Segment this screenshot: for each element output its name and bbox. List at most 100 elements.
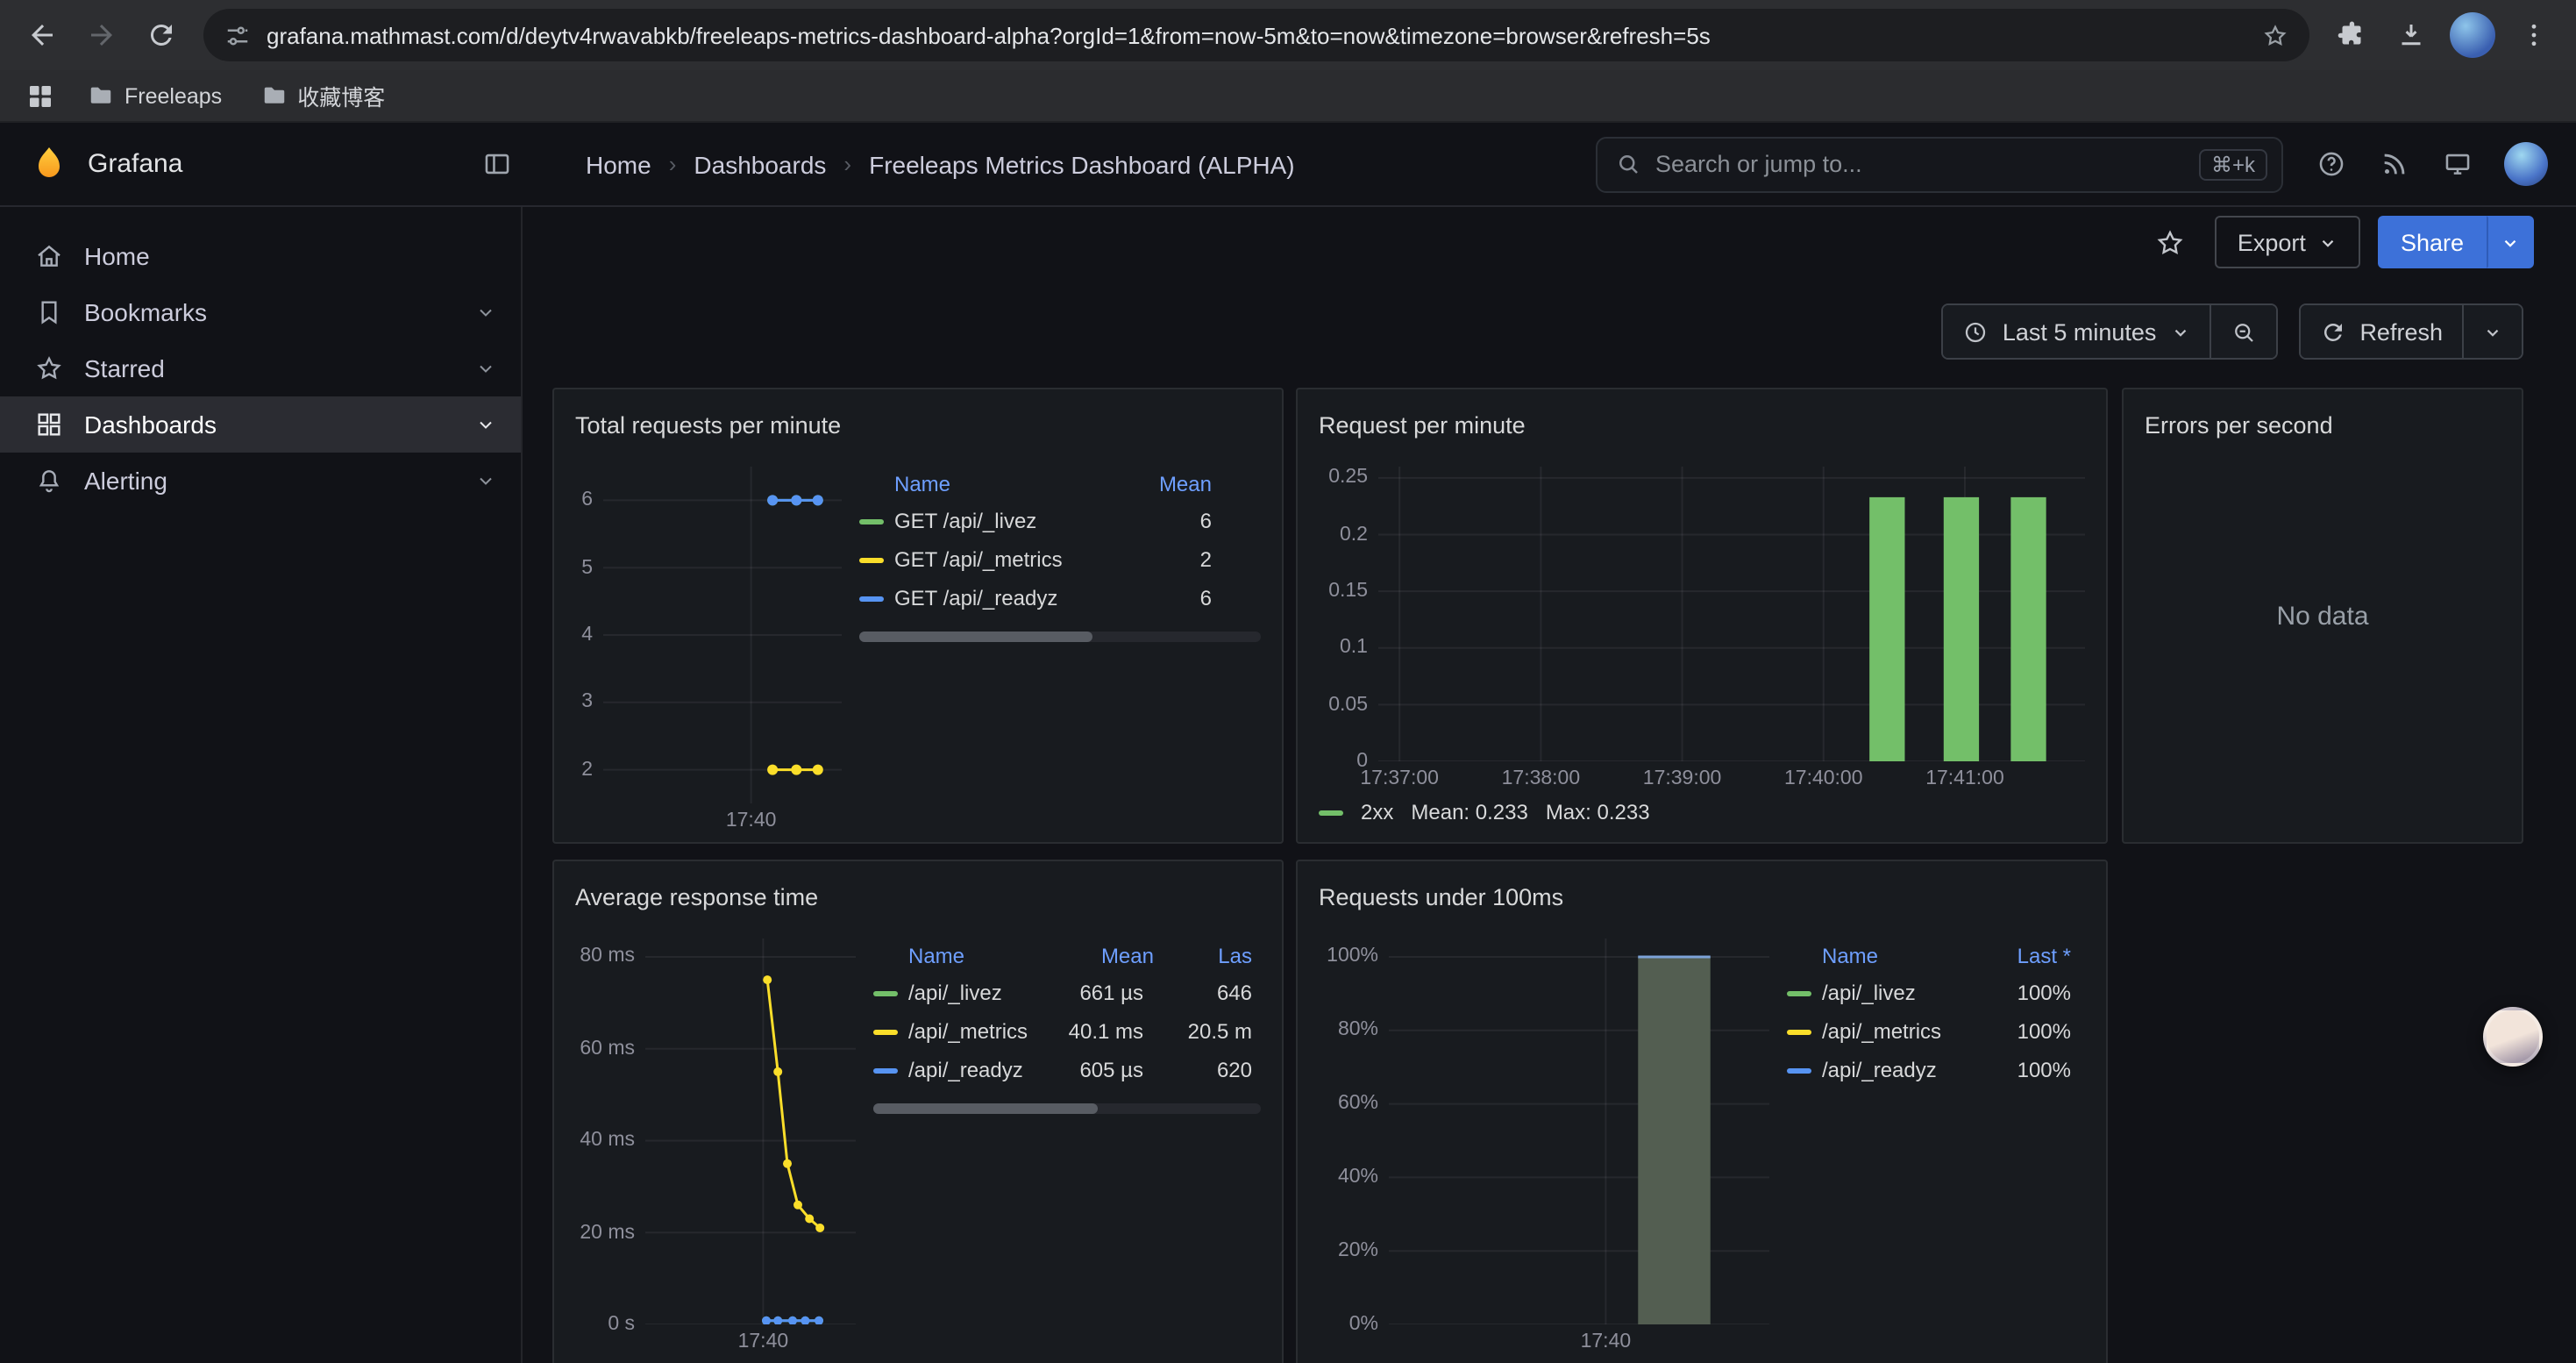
legend-header-mean[interactable]: Mean — [1142, 472, 1212, 496]
browser-profile-avatar[interactable] — [2450, 12, 2495, 58]
star-icon — [35, 354, 63, 382]
legend-header-last[interactable]: Last * — [1983, 944, 2071, 968]
news-rss-icon[interactable] — [2367, 138, 2420, 190]
bar-chart[interactable]: 100%80%60%40%20%0% 17:40 — [1319, 938, 1769, 1352]
panel-title[interactable]: Requests under 100ms — [1319, 875, 2085, 917]
x-axis-tick: 17:40:00 — [1784, 768, 1863, 789]
dashboard-actions: Export Share — [523, 207, 2576, 268]
bookmark-label: Freeleaps — [125, 83, 222, 108]
chevron-down-icon — [2170, 322, 2189, 341]
legend-header-mean[interactable]: Mean — [1049, 944, 1154, 968]
legend-header-name[interactable]: Name — [894, 472, 1142, 496]
y-axis-tick: 60 ms — [580, 1038, 635, 1060]
sidebar-item-bookmarks[interactable]: Bookmarks — [0, 284, 521, 340]
series-color-dash — [1787, 1067, 1811, 1073]
bookmark-label: 收藏博客 — [297, 79, 385, 112]
sidebar-item-label: Alerting — [84, 467, 167, 495]
share-dropdown-button[interactable] — [2487, 216, 2534, 268]
legend-mean: Mean: 0.233 — [1411, 800, 1527, 824]
forward-button[interactable] — [74, 7, 130, 63]
breadcrumb-current: Freeleaps Metrics Dashboard (ALPHA) — [869, 150, 1295, 178]
chart-canvas[interactable] — [1378, 467, 2085, 761]
refresh-button[interactable]: Refresh — [2300, 305, 2462, 358]
refresh-icon — [2319, 318, 2345, 345]
legend-row[interactable]: /api/_metrics 40.1 ms 20.5 m — [873, 1012, 1261, 1051]
chart-canvas[interactable] — [1389, 938, 1769, 1324]
back-button[interactable] — [14, 7, 70, 63]
legend-row[interactable]: /api/_metrics 100% — [1787, 1012, 2085, 1051]
floating-assistant-avatar[interactable] — [2483, 1007, 2543, 1067]
x-axis-tick: 17:39:00 — [1643, 768, 1722, 789]
dock-menu-icon[interactable] — [470, 138, 523, 190]
time-range-picker[interactable]: Last 5 minutes — [1943, 305, 2210, 358]
bookmark-folder-blogs[interactable]: 收藏博客 — [246, 74, 399, 118]
help-icon[interactable] — [2304, 138, 2357, 190]
chevron-down-icon — [475, 414, 496, 435]
scrollbar-thumb[interactable] — [873, 1103, 1098, 1114]
bookmark-star-icon[interactable] — [2262, 22, 2288, 48]
sidebar-item-alerting[interactable]: Alerting — [0, 453, 521, 509]
browser-menu-icon[interactable] — [2506, 7, 2562, 63]
time-series-chart[interactable]: 65432 17:40 — [575, 467, 842, 831]
reload-button[interactable] — [133, 7, 189, 63]
x-axis-tick: 17:40 — [1581, 1331, 1632, 1352]
download-icon[interactable] — [2383, 7, 2439, 63]
panel-title[interactable]: Average response time — [575, 875, 1261, 917]
scrollbar-thumb[interactable] — [859, 632, 1092, 642]
panel-errors-per-second: Errors per second No data — [2122, 388, 2523, 844]
chevron-down-icon — [2483, 322, 2502, 341]
grafana-logo[interactable] — [28, 143, 70, 185]
zoom-out-button[interactable] — [2209, 305, 2275, 358]
refresh-interval-dropdown[interactable] — [2462, 305, 2522, 358]
sidebar-item-dashboards[interactable]: Dashboards — [0, 396, 521, 453]
chart-canvas[interactable] — [603, 467, 842, 803]
breadcrumb-dashboards[interactable]: Dashboards — [694, 150, 826, 178]
browser-toolbar: grafana.mathmast.com/d/deytv4rwavabkb/fr… — [0, 0, 2576, 70]
legend-header-name[interactable]: Name — [1822, 944, 1983, 968]
x-axis-tick: 17:40 — [738, 1331, 789, 1352]
sidebar-item-starred[interactable]: Starred — [0, 340, 521, 396]
bar-chart[interactable]: 0.250.20.150.10.050 17:37:0017:38:0017:3… — [1319, 467, 2085, 789]
legend-row[interactable]: /api/_livez 661 µs 646 — [873, 974, 1261, 1012]
time-series-chart[interactable]: 80 ms60 ms40 ms20 ms0 s 17:40 — [575, 938, 856, 1352]
user-avatar[interactable] — [2504, 142, 2548, 186]
legend-table: Name Mean GET /api/_livez 6 GET /api/_me… — [859, 467, 1261, 831]
url-bar[interactable]: grafana.mathmast.com/d/deytv4rwavabkb/fr… — [203, 9, 2309, 61]
y-axis-tick: 0.1 — [1340, 638, 1368, 659]
extensions-icon[interactable] — [2323, 7, 2380, 63]
legend-row[interactable]: /api/_livez 100% — [1787, 974, 2085, 1012]
y-axis-tick: 100% — [1327, 946, 1378, 967]
sidebar-item-home[interactable]: Home — [0, 228, 521, 284]
legend[interactable]: 2xx Mean: 0.233 Max: 0.233 — [1319, 793, 2085, 831]
display-icon[interactable] — [2430, 138, 2483, 190]
legend-header-name[interactable]: Name — [908, 944, 1049, 968]
legend-row[interactable]: GET /api/_readyz 6 — [859, 579, 1261, 617]
x-axis-tick: 17:41:00 — [1925, 768, 2004, 789]
legend-row[interactable]: /api/_readyz 605 µs 620 — [873, 1051, 1261, 1089]
panel-title[interactable]: Total requests per minute — [575, 403, 1261, 446]
favorite-star-icon[interactable] — [2145, 216, 2197, 268]
legend-scrollbar[interactable] — [859, 632, 1261, 642]
chart-canvas[interactable] — [645, 938, 856, 1324]
search-input[interactable]: Search or jump to... ⌘+k — [1596, 136, 2283, 192]
legend-scrollbar[interactable] — [873, 1103, 1261, 1114]
export-button[interactable]: Export — [2215, 216, 2360, 268]
apps-grid-icon[interactable] — [18, 73, 63, 118]
breadcrumb-home[interactable]: Home — [586, 150, 651, 178]
x-axis-tick: 17:38:00 — [1502, 768, 1581, 789]
legend-row[interactable]: GET /api/_livez 6 — [859, 502, 1261, 540]
site-controls-icon[interactable] — [224, 22, 251, 48]
panel-title[interactable]: Request per minute — [1319, 403, 2085, 446]
no-data-message: No data — [2124, 389, 2522, 842]
search-shortcut: ⌘+k — [2199, 148, 2267, 180]
share-button[interactable]: Share — [2378, 216, 2487, 268]
legend-header-last[interactable]: Las — [1154, 944, 1252, 968]
legend-max: Max: 0.233 — [1546, 800, 1650, 824]
bookmark-folder-freeleaps[interactable]: Freeleaps — [74, 77, 236, 114]
series-color-dash — [859, 596, 884, 601]
legend-row[interactable]: /api/_readyz 100% — [1787, 1051, 2085, 1089]
legend-table: Name Last * /api/_livez 100% /api/_metri… — [1787, 938, 2085, 1352]
x-axis-tick: 17:40 — [726, 810, 777, 831]
legend-row[interactable]: GET /api/_metrics 2 — [859, 540, 1261, 579]
y-axis-tick: 3 — [581, 692, 593, 713]
